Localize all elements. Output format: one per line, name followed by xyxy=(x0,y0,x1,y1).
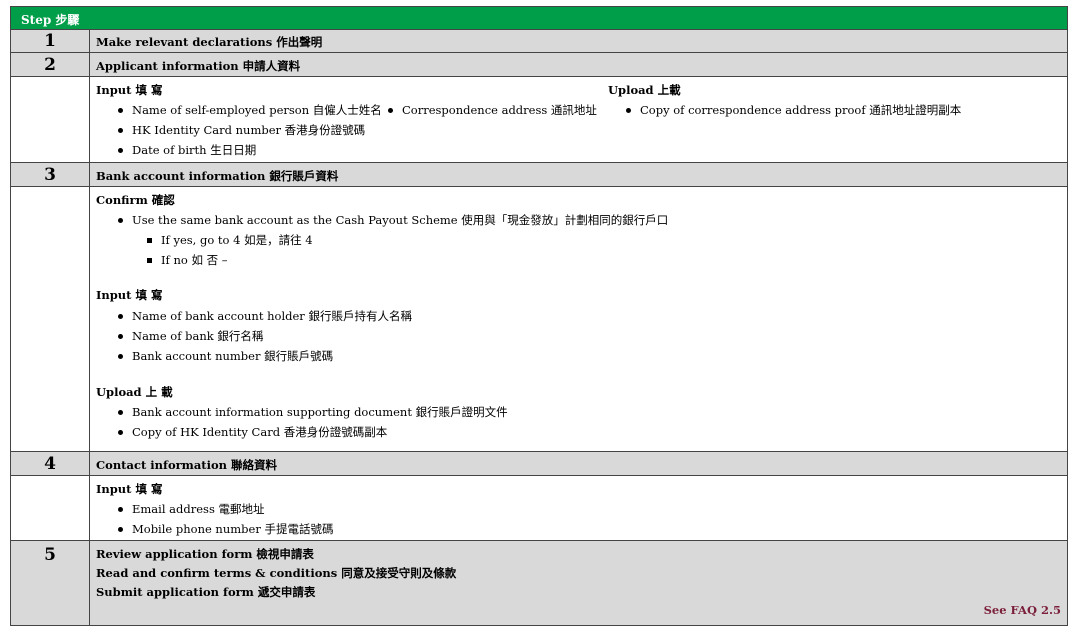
bullet-icon xyxy=(118,127,123,133)
step-3-detail: Confirm 確認 Use the same bank account as … xyxy=(10,187,1068,452)
table-header-row: Step 步驟 xyxy=(10,6,1068,30)
step-row-3: 3 Bank account information 銀行賬戶資料 xyxy=(10,163,1068,187)
upload-heading: Upload 上載 xyxy=(608,83,681,97)
step-title: Bank account information 銀行賬戶資料 xyxy=(96,169,339,183)
step-2-detail: Input 填 寫 Name of self-employed person 自… xyxy=(10,77,1068,163)
empty-step-cell xyxy=(11,187,90,451)
list-item: Copy of correspondence address proof 通訊地… xyxy=(626,102,961,118)
step-row-4: 4 Contact information 聯絡資料 xyxy=(10,452,1068,476)
step-row-2: 2 Applicant information 申請人資料 xyxy=(10,53,1068,77)
list-item: Name of bank account holder 銀行賬戶持有人名稱 xyxy=(118,308,412,324)
list-item: Copy of HK Identity Card 香港身份證號碼副本 xyxy=(118,424,387,440)
upload-heading: Upload 上 載 xyxy=(96,385,173,399)
step-line: Read and confirm terms & conditions 同意及接… xyxy=(96,566,457,580)
list-item: Mobile phone number 手提電話號碼 xyxy=(118,521,333,537)
step-title: Contact information 聯絡資料 xyxy=(96,458,278,472)
list-item: HK Identity Card number 香港身份證號碼 xyxy=(118,122,365,138)
step-number: 3 xyxy=(11,163,90,186)
bullet-icon xyxy=(118,333,123,339)
bullet-icon xyxy=(118,313,123,319)
bullet-icon xyxy=(388,107,393,113)
step-4-detail: Input 填 寫 Email address 電郵地址 Mobile phon… xyxy=(10,476,1068,541)
bullet-icon xyxy=(118,506,123,512)
step-number: 5 xyxy=(11,541,90,625)
input-heading: Input 填 寫 xyxy=(96,83,163,97)
step-title: Applicant information 申請人資料 xyxy=(96,59,301,73)
step-number: 4 xyxy=(11,452,90,475)
list-item: Use the same bank account as the Cash Pa… xyxy=(118,212,668,228)
bullet-icon xyxy=(626,107,631,113)
list-item: Bank account number 銀行賬戶號碼 xyxy=(118,348,333,364)
bullet-icon xyxy=(118,217,123,223)
input-heading: Input 填 寫 xyxy=(96,288,163,302)
step-line: Review application form 檢視申請表 xyxy=(96,547,314,561)
sub-list-item: If yes, go to 4 如是，請往 4 xyxy=(147,232,313,248)
bullet-icon xyxy=(118,429,123,435)
empty-step-cell xyxy=(11,77,90,162)
input-heading: Input 填 寫 xyxy=(96,482,163,496)
list-item: Date of birth 生日日期 xyxy=(118,142,256,158)
bullet-icon xyxy=(118,353,123,359)
step-title: Make relevant declarations 作出聲明 xyxy=(96,35,323,49)
list-item: Bank account information supporting docu… xyxy=(118,404,508,420)
list-item: Name of self-employed person 自僱人士姓名 xyxy=(118,102,382,118)
step-column-header: Step 步驟 xyxy=(21,13,80,27)
confirm-heading: Confirm 確認 xyxy=(96,193,175,207)
bullet-icon xyxy=(118,107,123,113)
step-line: Submit application form 遞交申請表 xyxy=(96,585,316,599)
step-row-5: 5 Review application form 檢視申請表 Read and… xyxy=(10,541,1068,626)
bullet-icon xyxy=(118,147,123,153)
bullet-icon xyxy=(118,526,123,532)
square-bullet-icon xyxy=(147,257,152,263)
list-item: Email address 電郵地址 xyxy=(118,501,265,517)
list-item: Name of bank 銀行名稱 xyxy=(118,328,263,344)
empty-step-cell xyxy=(11,476,90,540)
sub-list-item: If no 如 否 – xyxy=(147,252,228,268)
step-number: 2 xyxy=(11,53,90,76)
square-bullet-icon xyxy=(147,237,152,243)
step-row-1: 1 Make relevant declarations 作出聲明 xyxy=(10,30,1068,53)
list-item: Correspondence address 通訊地址 xyxy=(388,102,597,118)
faq-reference: See FAQ 2.5 xyxy=(983,603,1061,617)
bullet-icon xyxy=(118,409,123,415)
step-number: 1 xyxy=(11,30,90,52)
